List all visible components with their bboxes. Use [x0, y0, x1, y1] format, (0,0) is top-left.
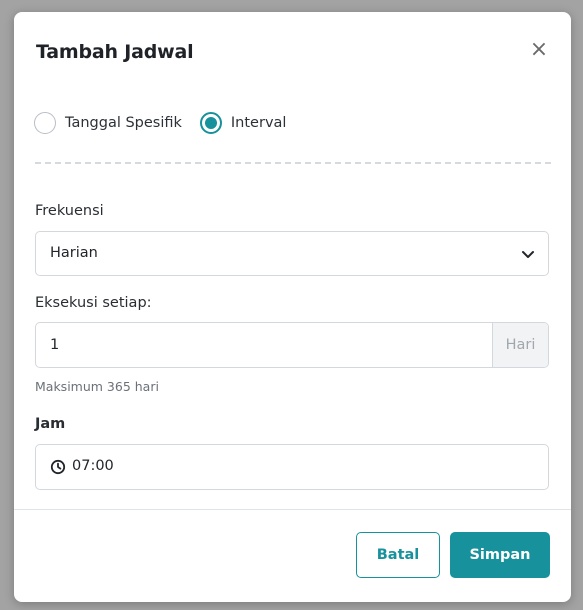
frequency-select[interactable]: Harian — [35, 231, 549, 276]
add-schedule-dialog: Tambah Jadwal × Tanggal Spesifik Interva… — [14, 12, 571, 602]
clock-icon — [50, 459, 66, 475]
cancel-button[interactable]: Batal — [356, 532, 440, 578]
radio-checked-icon[interactable] — [199, 112, 222, 134]
chevron-down-icon — [522, 251, 534, 258]
frequency-selected-value: Harian — [50, 245, 98, 261]
radio-label: Interval — [230, 115, 287, 131]
frequency-label: Frekuensi — [35, 203, 104, 219]
radio-interval[interactable]: Interval — [199, 112, 287, 134]
interval-input[interactable] — [36, 323, 492, 367]
dialog-header: Tambah Jadwal × — [14, 12, 571, 92]
dialog-title: Tambah Jadwal — [36, 41, 194, 63]
interval-helper-text: Maksimum 365 hari — [35, 379, 159, 394]
time-value: 07:00 — [72, 458, 114, 474]
schedule-type-radio-group: Tanggal Spesifik Interval — [34, 110, 304, 136]
save-button[interactable]: Simpan — [450, 532, 550, 578]
radio-label: Tanggal Spesifik — [65, 115, 182, 131]
time-label: Jam — [35, 416, 66, 432]
interval-input-group: Hari — [35, 322, 549, 368]
section-divider — [35, 162, 551, 164]
time-input[interactable]: 07:00 — [35, 444, 549, 490]
radio-specific-date[interactable]: Tanggal Spesifik — [34, 112, 182, 134]
close-icon[interactable]: × — [527, 38, 551, 62]
interval-label: Eksekusi setiap: — [35, 295, 152, 311]
interval-unit-addon: Hari — [492, 323, 548, 367]
radio-circle-icon[interactable] — [34, 112, 56, 134]
footer-divider — [14, 509, 571, 510]
